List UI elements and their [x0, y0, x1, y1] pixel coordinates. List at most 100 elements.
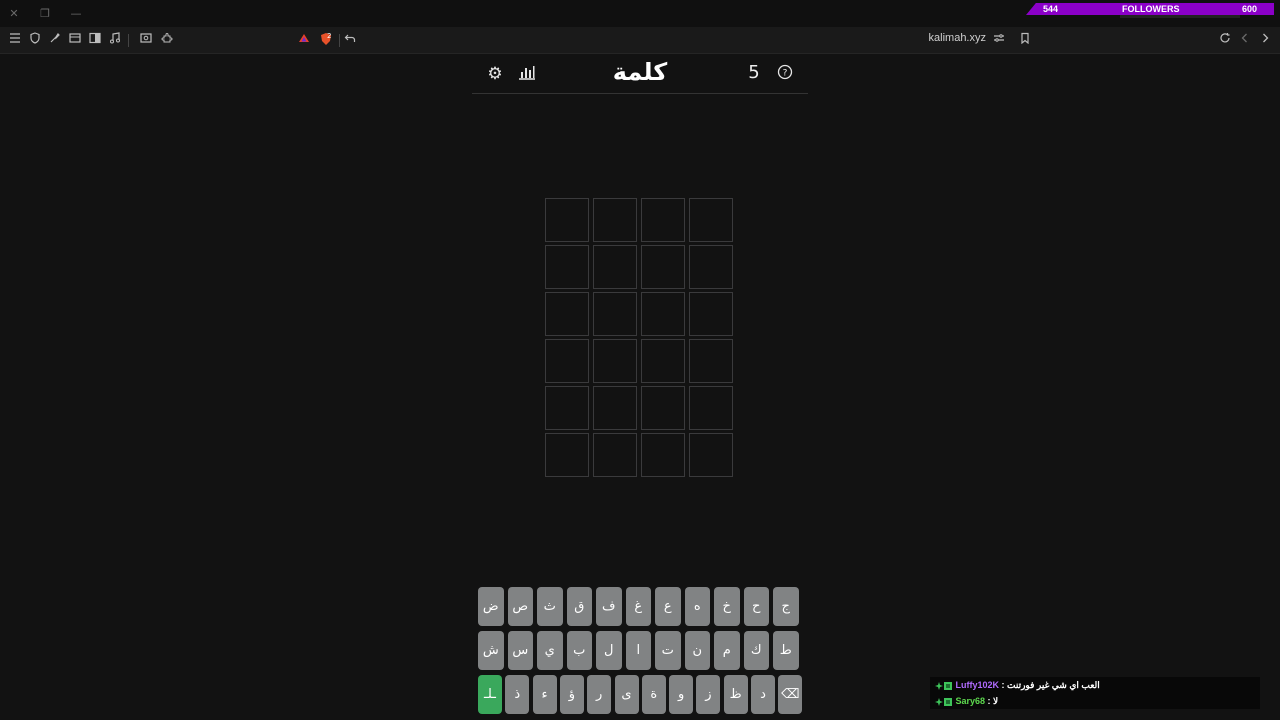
extensions-icon[interactable]	[159, 32, 175, 48]
music-icon[interactable]	[107, 32, 123, 48]
keyboard-key[interactable]: ء	[532, 675, 557, 714]
keyboard-key[interactable]: ش	[478, 631, 504, 670]
browser-toolbar: 2 kalimah.xyz	[0, 27, 1280, 54]
subscriber-badge-icon	[944, 697, 952, 706]
board-tile	[593, 433, 637, 477]
stream-chat-overlay: Luffy102K : العب اي شي غير فورتنت Sary68…	[930, 677, 1260, 709]
keyboard-key[interactable]: ي	[537, 631, 563, 670]
keyboard-key[interactable]: ه	[684, 587, 710, 626]
board-tile	[689, 198, 733, 242]
keyboard-key[interactable]: ى	[614, 675, 639, 714]
board-tile	[593, 198, 637, 242]
reload-icon[interactable]	[1217, 32, 1233, 48]
backspace-key[interactable]: ⌫	[778, 675, 803, 714]
sidebar-icon[interactable]	[87, 32, 103, 48]
verified-badge-icon	[935, 681, 943, 690]
board-tile	[689, 339, 733, 383]
tab-icon[interactable]	[67, 32, 83, 48]
keyboard-key[interactable]: ع	[655, 587, 681, 626]
board-tile	[689, 386, 733, 430]
board-tile	[641, 292, 685, 336]
followers-goal-bar: 544 FOLLOWERS 600	[1026, 3, 1274, 15]
keyboard-key[interactable]: غ	[625, 587, 651, 626]
settings-gear-icon[interactable]: ⚙	[485, 64, 505, 84]
keyboard-key[interactable]: ث	[537, 587, 563, 626]
keyboard-key[interactable]: ؤ	[559, 675, 584, 714]
screenshot-icon[interactable]	[138, 32, 154, 48]
shields-badge-count: 2	[327, 32, 332, 40]
back-icon[interactable]	[1237, 32, 1253, 48]
menu-icon[interactable]	[7, 32, 23, 48]
board-tile	[689, 433, 733, 477]
keyboard-key[interactable]: ل	[596, 631, 622, 670]
keyboard-key[interactable]: ظ	[723, 675, 748, 714]
keyboard-key[interactable]: ز	[696, 675, 721, 714]
keyboard-key[interactable]: ص	[507, 587, 533, 626]
brush-icon[interactable]	[47, 32, 63, 48]
game-title: كلمة	[612, 58, 668, 86]
keyboard-key[interactable]: م	[714, 631, 740, 670]
chat-username: Luffy102K	[955, 680, 1000, 690]
keyboard-key[interactable]: ض	[478, 587, 504, 626]
board-tile	[593, 245, 637, 289]
board-tile	[545, 386, 589, 430]
board-tile	[545, 433, 589, 477]
bookmark-icon[interactable]	[1017, 32, 1033, 48]
toolbar-divider	[128, 34, 129, 47]
keyboard-key[interactable]: ن	[684, 631, 710, 670]
keyboard-key[interactable]: و	[669, 675, 694, 714]
board-tile	[593, 292, 637, 336]
keyboard-key[interactable]: ح	[743, 587, 769, 626]
keyboard-key[interactable]: ب	[566, 631, 592, 670]
board-tile	[641, 198, 685, 242]
board-tile	[689, 245, 733, 289]
help-icon-glyph: ?	[783, 69, 788, 79]
site-settings-icon[interactable]	[991, 32, 1007, 48]
board-tile	[545, 198, 589, 242]
toolbar-divider	[339, 34, 340, 47]
chat-message: Sary68 : لا	[930, 693, 1260, 709]
shield-icon[interactable]	[27, 32, 43, 48]
subscriber-badge-icon	[944, 681, 952, 690]
board-tile	[689, 292, 733, 336]
keyboard-key[interactable]: س	[507, 631, 533, 670]
keyboard-key[interactable]: ج	[773, 587, 799, 626]
keyboard-key[interactable]: ة	[641, 675, 666, 714]
followers-current: 544	[1043, 4, 1059, 14]
board-tile	[545, 245, 589, 289]
restore-window-icon[interactable]: ❐	[37, 6, 53, 22]
rewards-triangle-icon[interactable]	[296, 32, 312, 48]
keyboard-key[interactable]: ق	[566, 587, 592, 626]
keyboard-key[interactable]: خ	[714, 587, 740, 626]
keyboard-key[interactable]: ت	[655, 631, 681, 670]
keyboard-key[interactable]: ا	[625, 631, 651, 670]
keyboard-key[interactable]: ذ	[505, 675, 530, 714]
shields-lion-icon[interactable]: 2	[318, 32, 334, 48]
minimize-window-icon[interactable]: —	[68, 6, 84, 22]
keyboard-key[interactable]: د	[751, 675, 775, 714]
board-tile	[593, 339, 637, 383]
game-header: ⚙ كلمة 5 ?	[472, 56, 808, 94]
chat-text: العب اي شي غير فورتنت	[1007, 680, 1100, 690]
chat-separator: :	[999, 680, 1008, 690]
followers-label: FOLLOWERS	[1122, 4, 1180, 14]
address-bar-url[interactable]: kalimah.xyz	[920, 32, 986, 44]
board-tile	[545, 292, 589, 336]
board-tile	[545, 339, 589, 383]
chat-message: Luffy102K : العب اي شي غير فورتنت	[930, 677, 1260, 693]
keyboard-key[interactable]: ف	[596, 587, 622, 626]
keyboard-key[interactable]: ك	[743, 631, 769, 670]
forward-icon[interactable]	[1257, 32, 1273, 48]
enter-key[interactable]: ـلـ	[478, 675, 502, 714]
followers-bar-shadow	[1120, 15, 1240, 18]
statistics-chart-icon[interactable]	[517, 64, 537, 84]
help-icon[interactable]: ?	[775, 64, 795, 84]
streak-counter: 5	[748, 62, 760, 83]
keyboard-key[interactable]: ط	[773, 631, 799, 670]
keyboard-key[interactable]: ر	[587, 675, 612, 714]
board-tile	[641, 386, 685, 430]
followers-goal: 600	[1242, 4, 1258, 14]
close-window-icon[interactable]: ✕	[6, 6, 22, 22]
board-tile	[641, 245, 685, 289]
share-icon[interactable]	[342, 32, 358, 48]
